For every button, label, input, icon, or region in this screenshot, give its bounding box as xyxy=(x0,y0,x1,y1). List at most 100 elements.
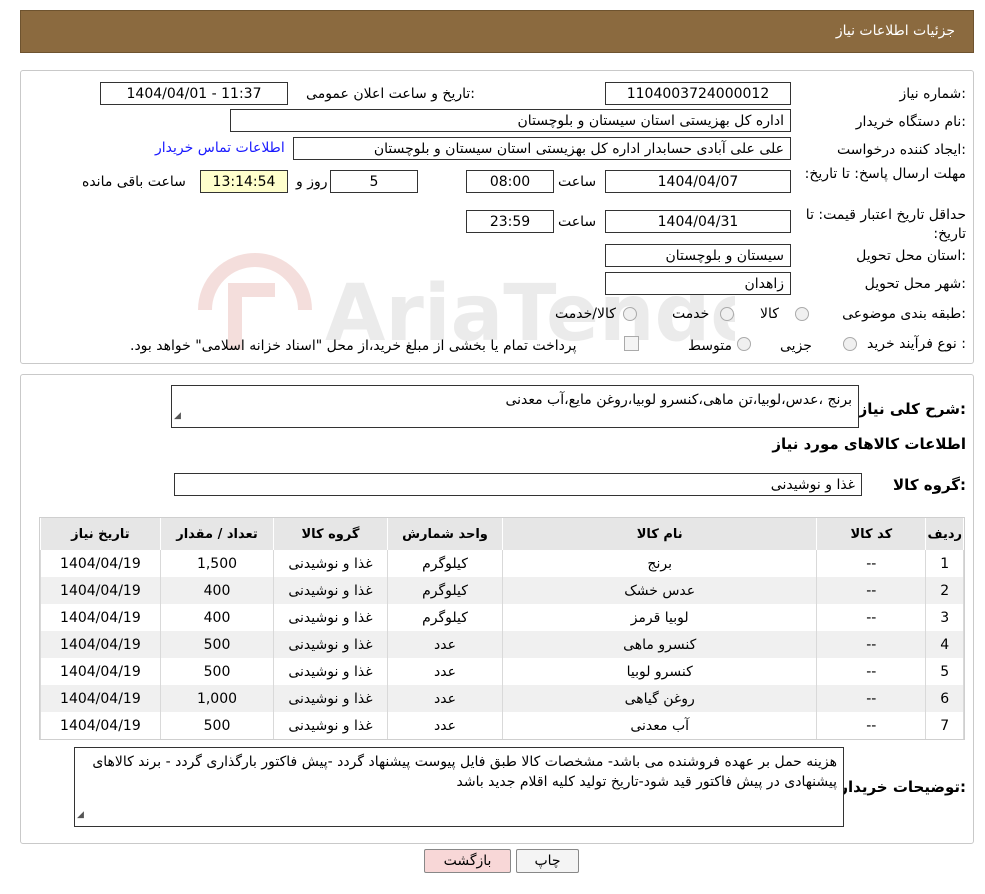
days-remaining-field: 5 xyxy=(330,170,418,193)
category-label: طبقه بندی موضوعی: xyxy=(842,306,966,322)
col-header-code: کد کالا xyxy=(816,518,927,550)
cell-group: غذا و نوشیدنی xyxy=(273,631,388,658)
validity-date-field: 1404/04/31 xyxy=(605,210,791,233)
cell-unit: عدد xyxy=(386,712,504,739)
cell-row-number: 2 xyxy=(925,577,964,604)
cell-name: کنسرو لوبیا xyxy=(502,658,818,685)
buyer-notes-text: هزینه حمل بر عهده فروشنده می باشد- مشخصا… xyxy=(92,754,837,790)
creator-label: ایجاد کننده درخواست: xyxy=(837,142,966,158)
days-label: روز و xyxy=(296,174,328,190)
announce-field: 1404/04/01 - 11:37 xyxy=(100,82,288,105)
buyer-org-field: اداره کل بهزیستی استان سیستان و بلوچستان xyxy=(230,109,791,132)
category-option-service: خدمت xyxy=(672,306,710,322)
buyer-notes-textarea[interactable]: هزینه حمل بر عهده فروشنده می باشد- مشخصا… xyxy=(74,747,844,827)
cell-need-date: 1404/04/19 xyxy=(40,658,161,685)
table-row: 7 -- آب معدنی عدد غذا و نوشیدنی 500 1404… xyxy=(40,712,964,739)
validity-time-field: 23:59 xyxy=(466,210,554,233)
cell-code: -- xyxy=(816,550,927,577)
category-radio-goods[interactable] xyxy=(795,307,809,321)
city-label: شهر محل تحویل: xyxy=(864,276,966,292)
cell-need-date: 1404/04/19 xyxy=(40,712,161,739)
cell-quantity: 400 xyxy=(159,604,275,631)
cell-unit: کیلوگرم xyxy=(386,577,504,604)
goods-group-label: گروه کالا: xyxy=(893,476,966,494)
back-button[interactable]: بازگشت xyxy=(424,849,511,873)
cell-need-date: 1404/04/19 xyxy=(40,631,161,658)
process-radio-medium[interactable] xyxy=(737,337,751,351)
col-header-need-date: تاریخ نیاز xyxy=(40,518,161,550)
goods-table: ردیف کد کالا نام کالا واحد شمارش گروه کا… xyxy=(40,518,964,739)
treasury-checkbox[interactable] xyxy=(624,336,639,351)
cell-quantity: 500 xyxy=(159,712,275,739)
col-header-unit: واحد شمارش xyxy=(386,518,504,550)
cell-code: -- xyxy=(816,712,927,739)
province-field: سیستان و بلوچستان xyxy=(605,244,791,267)
buyer-org-label: نام دستگاه خریدار: xyxy=(855,114,966,130)
validity-label: حداقل تاریخ اعتبار قیمت: تا تاریخ: xyxy=(805,207,966,242)
cell-row-number: 1 xyxy=(925,550,964,577)
process-label: نوع فرآیند خرید : xyxy=(867,336,966,352)
remaining-label: ساعت باقی مانده xyxy=(82,174,186,190)
cell-row-number: 7 xyxy=(925,712,964,739)
cell-group: غذا و نوشیدنی xyxy=(273,604,388,631)
col-header-group: گروه کالا xyxy=(273,518,388,550)
goods-section-title: اطلاعات کالاهای مورد نیاز xyxy=(772,435,966,453)
cell-name: آب معدنی xyxy=(502,712,818,739)
cell-need-date: 1404/04/19 xyxy=(40,577,161,604)
process-option-medium: متوسط xyxy=(688,338,732,354)
cell-unit: کیلوگرم xyxy=(386,550,504,577)
table-row: 6 -- روغن گیاهی عدد غذا و نوشیدنی 1,000 … xyxy=(40,685,964,712)
buyer-contact-link[interactable]: اطلاعات تماس خریدار xyxy=(155,140,285,156)
cell-need-date: 1404/04/19 xyxy=(40,604,161,631)
cell-name: عدس خشک xyxy=(502,577,818,604)
category-radio-service[interactable] xyxy=(720,307,734,321)
province-label: استان محل تحویل: xyxy=(856,248,966,264)
page-title: جزئیات اطلاعات نیاز xyxy=(835,23,955,39)
category-radio-goods-service[interactable] xyxy=(623,307,637,321)
cell-group: غذا و نوشیدنی xyxy=(273,712,388,739)
col-header-row-number: ردیف xyxy=(925,518,964,550)
cell-name: روغن گیاهی xyxy=(502,685,818,712)
col-header-quantity: تعداد / مقدار xyxy=(159,518,275,550)
cell-group: غذا و نوشیدنی xyxy=(273,577,388,604)
cell-need-date: 1404/04/19 xyxy=(40,550,161,577)
table-row: 4 -- کنسرو ماهی عدد غذا و نوشیدنی 500 14… xyxy=(40,631,964,658)
need-number-field: 1104003724000012 xyxy=(605,82,791,105)
cell-group: غذا و نوشیدنی xyxy=(273,685,388,712)
page-header: جزئیات اطلاعات نیاز xyxy=(20,10,974,53)
cell-group: غذا و نوشیدنی xyxy=(273,658,388,685)
validity-time-label: ساعت xyxy=(558,214,597,230)
print-button[interactable]: چاپ xyxy=(516,849,579,873)
cell-quantity: 1,500 xyxy=(159,550,275,577)
category-option-goods: کالا xyxy=(760,306,779,322)
creator-field: علی علی آبادی حسابدار اداره کل بهزیستی ا… xyxy=(293,137,791,160)
cell-quantity: 400 xyxy=(159,577,275,604)
cell-quantity: 500 xyxy=(159,631,275,658)
category-option-goods-service: کالا/خدمت xyxy=(555,306,616,322)
cell-row-number: 6 xyxy=(925,685,964,712)
goods-table-header: ردیف کد کالا نام کالا واحد شمارش گروه کا… xyxy=(40,518,964,550)
cell-code: -- xyxy=(816,685,927,712)
table-row: 5 -- کنسرو لوبیا عدد غذا و نوشیدنی 500 1… xyxy=(40,658,964,685)
cell-quantity: 500 xyxy=(159,658,275,685)
process-radio-minor[interactable] xyxy=(843,337,857,351)
cell-quantity: 1,000 xyxy=(159,685,275,712)
cell-row-number: 4 xyxy=(925,631,964,658)
cell-group: غذا و نوشیدنی xyxy=(273,550,388,577)
table-row: 3 -- لوبیا قرمز کیلوگرم غذا و نوشیدنی 40… xyxy=(40,604,964,631)
cell-name: برنج xyxy=(502,550,818,577)
cell-row-number: 3 xyxy=(925,604,964,631)
resize-grip-icon: ◢ xyxy=(77,810,84,820)
cell-row-number: 5 xyxy=(925,658,964,685)
deadline-time-field: 08:00 xyxy=(466,170,554,193)
process-option-minor: جزیی xyxy=(780,338,812,354)
table-row: 1 -- برنج کیلوگرم غذا و نوشیدنی 1,500 14… xyxy=(40,550,964,577)
summary-text: برنج ،عدس،لوبیا،تن ماهی،کنسرو لوبیا،روغن… xyxy=(505,392,852,408)
resize-grip-icon: ◢ xyxy=(174,411,181,421)
summary-textarea[interactable]: برنج ،عدس،لوبیا،تن ماهی،کنسرو لوبیا،روغن… xyxy=(171,385,859,428)
table-row: 2 -- عدس خشک کیلوگرم غذا و نوشیدنی 400 1… xyxy=(40,577,964,604)
goods-group-field: غذا و نوشیدنی xyxy=(174,473,862,496)
cell-name: کنسرو ماهی xyxy=(502,631,818,658)
payment-note: پرداخت تمام یا بخشی از مبلغ خرید،از محل … xyxy=(130,338,577,354)
announce-label: تاریخ و ساعت اعلان عمومی: xyxy=(306,86,475,102)
